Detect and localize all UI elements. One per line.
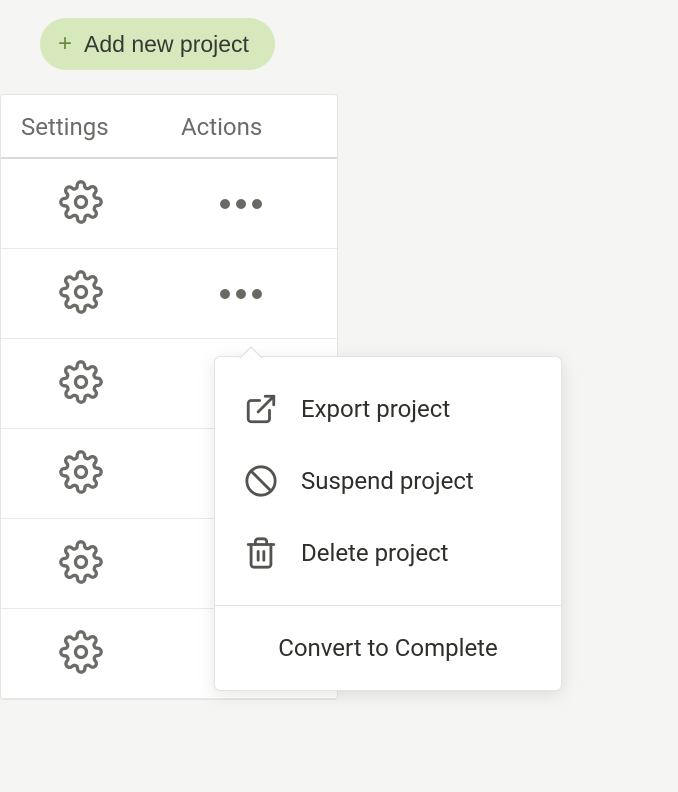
popover-items-section: Export project Suspend project	[215, 357, 561, 605]
column-header-settings: Settings	[1, 95, 161, 157]
popover-item-label: Suspend project	[301, 467, 474, 495]
settings-cell[interactable]	[1, 180, 161, 228]
gear-icon	[59, 180, 103, 228]
settings-cell[interactable]	[1, 630, 161, 678]
more-actions-icon[interactable]	[220, 289, 262, 299]
popover-item-label: Delete project	[301, 539, 449, 567]
trash-icon	[243, 535, 279, 571]
add-new-project-label: Add new project	[84, 31, 249, 58]
gear-icon	[59, 540, 103, 588]
export-icon	[243, 391, 279, 427]
actions-cell[interactable]	[161, 289, 321, 299]
settings-cell[interactable]	[1, 270, 161, 318]
gear-icon	[59, 630, 103, 678]
table-row	[1, 159, 337, 249]
popover-item-delete[interactable]: Delete project	[215, 517, 561, 589]
actions-cell[interactable]	[161, 199, 321, 209]
gear-icon	[59, 360, 103, 408]
settings-cell[interactable]	[1, 360, 161, 408]
table-header: Settings Actions	[1, 95, 337, 159]
add-new-project-button[interactable]: + Add new project	[40, 18, 275, 70]
gear-icon	[59, 270, 103, 318]
column-header-actions: Actions	[161, 95, 321, 157]
popover-item-label: Export project	[301, 395, 450, 423]
suspend-icon	[243, 463, 279, 499]
table-row	[1, 249, 337, 339]
actions-popover: Export project Suspend project	[214, 356, 562, 691]
popover-convert-to-complete[interactable]: Convert to Complete	[215, 606, 561, 690]
more-actions-icon[interactable]	[220, 199, 262, 209]
settings-cell[interactable]	[1, 450, 161, 498]
popover-item-export[interactable]: Export project	[215, 373, 561, 445]
settings-cell[interactable]	[1, 540, 161, 588]
popover-item-suspend[interactable]: Suspend project	[215, 445, 561, 517]
gear-icon	[59, 450, 103, 498]
plus-icon: +	[58, 30, 72, 58]
